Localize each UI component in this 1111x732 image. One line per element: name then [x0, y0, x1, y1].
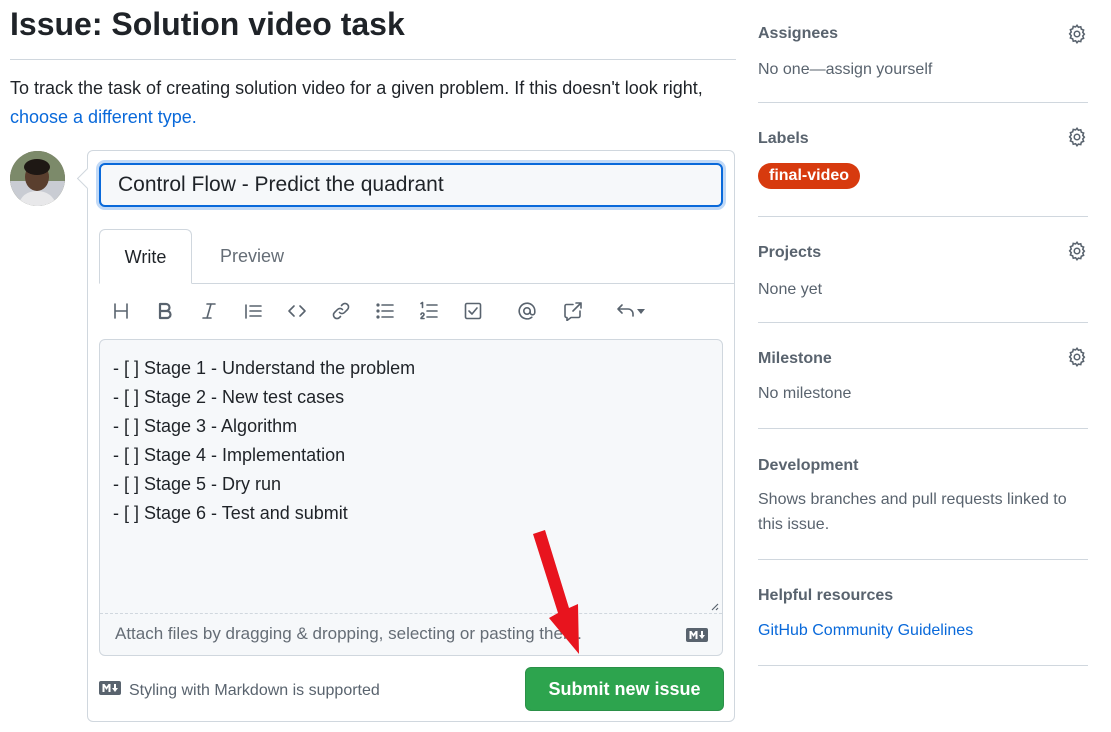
labels-gear-icon[interactable]	[1066, 126, 1088, 148]
task-list-icon[interactable]	[459, 297, 487, 325]
community-guidelines-link[interactable]: GitHub Community Guidelines	[758, 618, 973, 643]
markdown-note-text[interactable]: Styling with Markdown is supported	[129, 682, 380, 700]
milestone-value: No milestone	[758, 385, 852, 402]
description-text: To track the task of creating solution v…	[10, 78, 703, 98]
editor-tabs: Write Preview	[99, 229, 735, 284]
label-final-video[interactable]: final-video	[758, 163, 861, 189]
helpful-resources-section: Helpful resources GitHub Community Guide…	[758, 559, 1088, 666]
development-section: Development Shows branches and pull requ…	[758, 428, 1088, 560]
reference-icon[interactable]	[559, 297, 587, 325]
choose-different-type-link[interactable]: choose a different type.	[10, 107, 197, 127]
development-value: Shows branches and pull requests linked …	[758, 491, 1067, 533]
assignees-section: Assignees No one—assign yourself	[758, 0, 1088, 103]
markdown-supported-note: Styling with Markdown is supported	[99, 681, 380, 700]
markdown-icon	[99, 681, 121, 700]
resize-handle-icon[interactable]	[709, 598, 719, 611]
assignees-heading: Assignees	[758, 25, 839, 42]
tab-preview[interactable]: Preview	[207, 229, 297, 283]
milestone-section: Milestone No milestone	[758, 322, 1088, 429]
heading-icon[interactable]	[107, 297, 135, 325]
projects-section: Projects None yet	[758, 216, 1088, 323]
markdown-toolbar	[99, 291, 723, 331]
undo-icon[interactable]	[609, 297, 653, 325]
bold-icon[interactable]	[151, 297, 179, 325]
projects-gear-icon[interactable]	[1066, 240, 1088, 262]
submit-new-issue-button[interactable]: Submit new issue	[525, 667, 724, 711]
milestone-gear-icon[interactable]	[1066, 346, 1088, 368]
unordered-list-icon[interactable]	[371, 297, 399, 325]
assignees-gear-icon[interactable]	[1066, 23, 1088, 45]
issue-title-input[interactable]	[99, 163, 723, 207]
new-issue-form: Write Preview	[87, 150, 735, 722]
issue-body-text[interactable]: - [ ] Stage 1 - Understand the problem -…	[113, 354, 415, 528]
ordered-list-icon[interactable]	[415, 297, 443, 325]
markdown-icon	[686, 628, 708, 647]
helpful-resources-heading: Helpful resources	[758, 587, 894, 604]
attach-divider	[100, 613, 722, 614]
labels-heading: Labels	[758, 130, 809, 147]
page-title: Issue: Solution video task	[10, 6, 405, 42]
milestone-heading: Milestone	[758, 350, 832, 367]
tab-write[interactable]: Write	[99, 229, 192, 284]
chevron-down-icon	[637, 309, 645, 314]
italic-icon[interactable]	[195, 297, 223, 325]
projects-value: None yet	[758, 281, 823, 298]
labels-section: Labels	[758, 102, 1088, 217]
development-heading: Development	[758, 457, 859, 474]
projects-heading: Projects	[758, 244, 822, 261]
title-divider	[10, 59, 736, 60]
attach-files-hint[interactable]: Attach files by dragging & dropping, sel…	[115, 624, 582, 644]
quote-icon[interactable]	[239, 297, 267, 325]
code-icon[interactable]	[283, 297, 311, 325]
link-icon[interactable]	[327, 297, 355, 325]
issue-body-textarea[interactable]: - [ ] Stage 1 - Understand the problem -…	[99, 339, 723, 656]
annotation-arrow-icon	[525, 528, 595, 663]
assignees-value[interactable]: No one—assign yourself	[758, 57, 932, 82]
avatar	[10, 151, 65, 206]
issue-template-description: To track the task of creating solution v…	[10, 74, 736, 132]
mention-icon[interactable]	[513, 297, 541, 325]
